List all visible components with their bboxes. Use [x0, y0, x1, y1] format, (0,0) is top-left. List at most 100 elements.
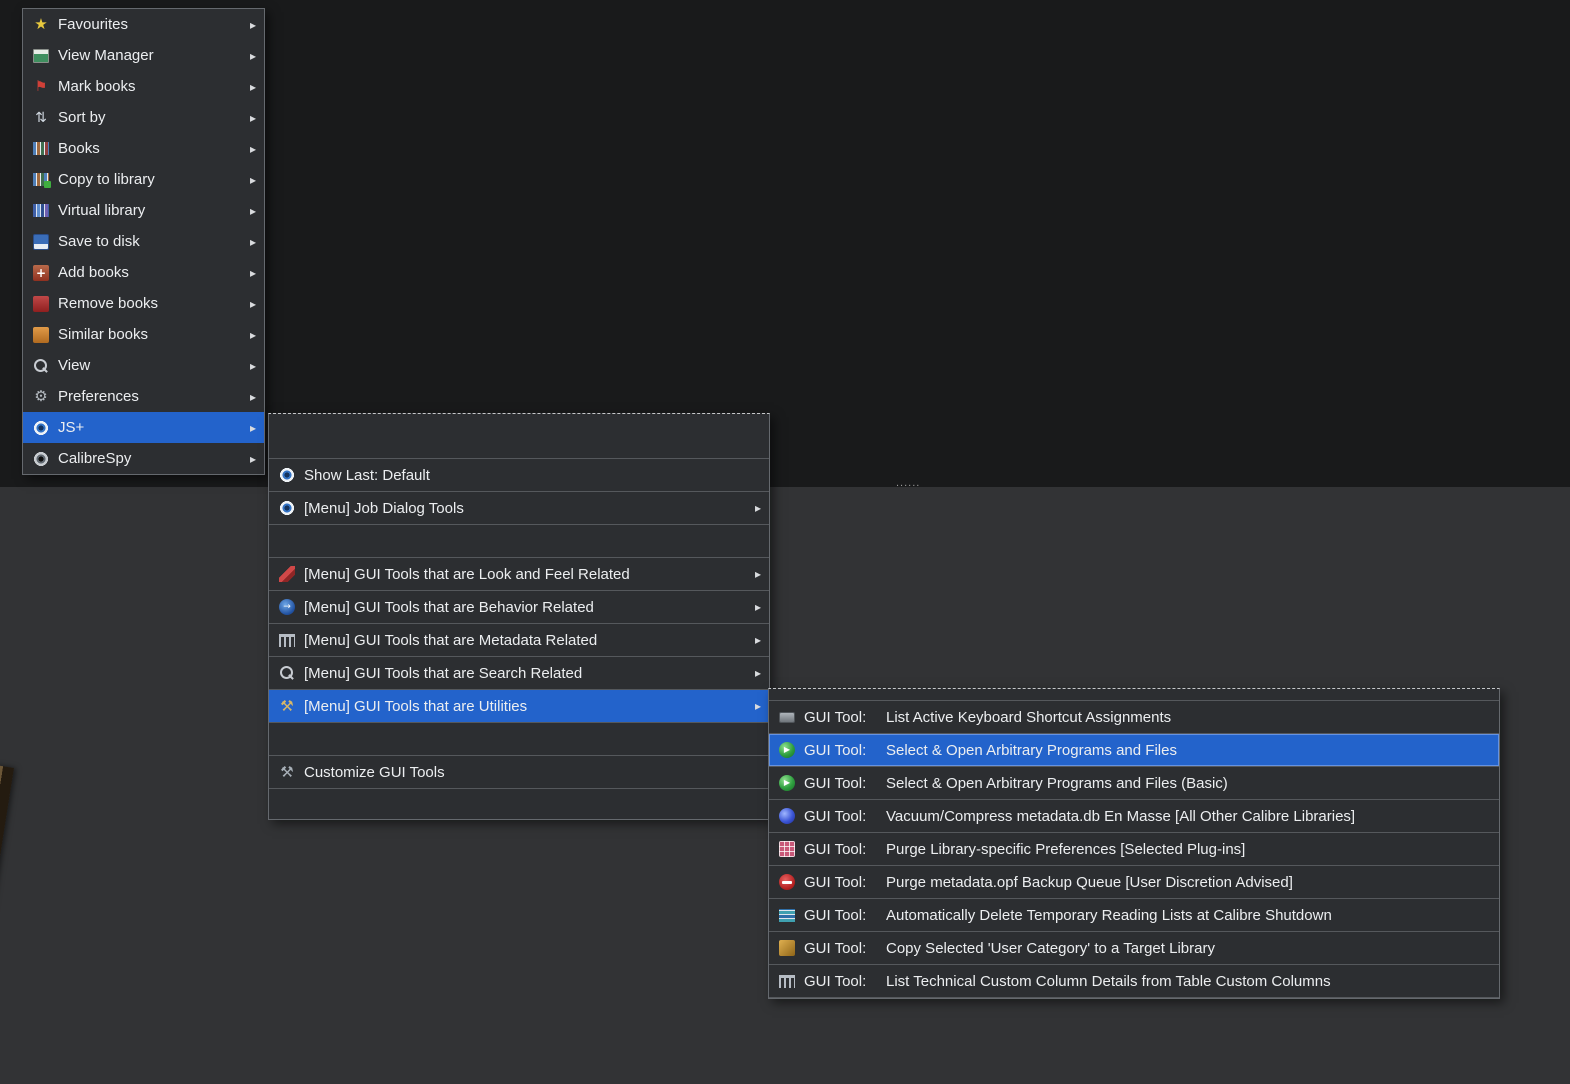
virtual-library-icon	[33, 204, 49, 217]
menu-item-metadata[interactable]: [Menu] GUI Tools that are Metadata Relat…	[269, 624, 769, 657]
gui-tool-prefix: GUI Tool:	[804, 939, 867, 957]
menu-item-utilities[interactable]: ⚒ [Menu] GUI Tools that are Utilities ▸	[269, 690, 769, 723]
menu-item-label: JS+	[58, 419, 85, 436]
menu-item-delete-temp-reading-lists[interactable]: GUI Tool: Automatically Delete Temporary…	[769, 899, 1499, 932]
menu-item-books[interactable]: Books ▸	[23, 133, 264, 164]
menu-item-label: Virtual library	[58, 202, 146, 219]
submenu-arrow-icon: ▸	[249, 48, 256, 63]
menu-spacer	[269, 723, 769, 756]
menu-item-label: Show Last: Default	[304, 466, 430, 484]
menu-item-remove-books[interactable]: Remove books ▸	[23, 288, 264, 319]
menu-item-label: Purge Library-specific Preferences [Sele…	[886, 840, 1246, 858]
menu-item-calibrespy[interactable]: CalibreSpy ▸	[23, 443, 264, 474]
menu-item-similar-books[interactable]: Similar books ▸	[23, 319, 264, 350]
menu-item-select-open-programs-basic[interactable]: ▶ GUI Tool: Select & Open Arbitrary Prog…	[769, 767, 1499, 800]
menu-item-label: [Menu] GUI Tools that are Behavior Relat…	[304, 598, 594, 616]
menu-item-copy-user-category[interactable]: GUI Tool: Copy Selected 'User Category' …	[769, 932, 1499, 965]
submenu-arrow-icon: ▸	[249, 327, 256, 342]
gui-tool-prefix: GUI Tool:	[804, 807, 867, 825]
menu-item-label: View Manager	[58, 47, 154, 64]
menu-item-search-related[interactable]: [Menu] GUI Tools that are Search Related…	[269, 657, 769, 690]
menu-item-look-and-feel[interactable]: [Menu] GUI Tools that are Look and Feel …	[269, 558, 769, 591]
book-cover-corner	[0, 753, 15, 1084]
menu-item-label: Remove books	[58, 295, 159, 312]
eye-icon	[279, 500, 295, 516]
menu-item-purge-backup-queue[interactable]: GUI Tool: Purge metadata.opf Backup Queu…	[769, 866, 1499, 899]
category-icon	[779, 940, 795, 956]
book-stack-icon	[779, 908, 795, 922]
submenu-arrow-icon: ▸	[754, 633, 761, 647]
menu-item-save-to-disk[interactable]: Save to disk ▸	[23, 226, 264, 257]
menu-item-jsplus[interactable]: JS+ ▸	[23, 412, 264, 443]
jsplus-submenu: Show Last: Default [Menu] Job Dialog Too…	[268, 413, 770, 820]
copy-books-icon	[33, 173, 51, 188]
menu-item-purge-library-preferences[interactable]: GUI Tool: Purge Library-specific Prefere…	[769, 833, 1499, 866]
menu-item-preferences[interactable]: ⚙ Preferences ▸	[23, 381, 264, 412]
submenu-arrow-icon: ▸	[754, 600, 761, 614]
menu-item-behavior[interactable]: → [Menu] GUI Tools that are Behavior Rel…	[269, 591, 769, 624]
menu-item-label: [Menu] GUI Tools that are Utilities	[304, 697, 528, 715]
submenu-arrow-icon: ▸	[249, 110, 256, 125]
keyboard-icon	[779, 711, 795, 723]
menu-item-favourites[interactable]: ★ Favourites ▸	[23, 9, 264, 40]
submenu-arrow-icon: ▸	[249, 451, 256, 466]
submenu-arrow-icon: ▸	[249, 420, 256, 435]
submenu-arrow-icon: ▸	[249, 172, 256, 187]
menu-item-select-open-programs[interactable]: ▶ GUI Tool: Select & Open Arbitrary Prog…	[769, 734, 1499, 767]
menu-item-vacuum-metadata-db[interactable]: GUI Tool: Vacuum/Compress metadata.db En…	[769, 800, 1499, 833]
utilities-submenu: GUI Tool: List Active Keyboard Shortcut …	[768, 688, 1500, 999]
menu-item-view-manager[interactable]: View Manager ▸	[23, 40, 264, 71]
tools-icon: ⚒	[280, 696, 294, 715]
menu-item-list-keyboard-shortcuts[interactable]: GUI Tool: List Active Keyboard Shortcut …	[769, 701, 1499, 734]
menu-item-label: Sort by	[58, 109, 106, 126]
menu-item-label: List Active Keyboard Shortcut Assignment…	[886, 708, 1172, 726]
tools-icon: ⚒	[280, 762, 294, 781]
menu-item-mark-books[interactable]: ⚑ Mark books ▸	[23, 71, 264, 102]
submenu-arrow-icon: ▸	[249, 265, 256, 280]
menu-item-label: Select & Open Arbitrary Programs and Fil…	[886, 741, 1177, 759]
gui-tool-prefix: GUI Tool:	[804, 774, 867, 792]
menu-item-label: List Technical Custom Column Details fro…	[886, 972, 1331, 990]
swirl-icon	[779, 808, 795, 824]
menu-item-virtual-library[interactable]: Virtual library ▸	[23, 195, 264, 226]
menu-item-list-custom-columns[interactable]: GUI Tool: List Technical Custom Column D…	[769, 965, 1499, 998]
menu-item-job-dialog-tools[interactable]: [Menu] Job Dialog Tools ▸	[269, 492, 769, 525]
menu-item-copy-to-library[interactable]: Copy to library ▸	[23, 164, 264, 195]
eye-icon	[33, 419, 49, 436]
context-menu: ★ Favourites ▸ View Manager ▸ ⚑ Mark boo…	[22, 8, 265, 475]
menu-item-label: [Menu] GUI Tools that are Metadata Relat…	[304, 631, 598, 649]
submenu-arrow-icon: ▸	[249, 17, 256, 32]
menu-item-label: Books	[58, 140, 100, 157]
menu-item-label: Customize GUI Tools	[304, 763, 445, 781]
menu-item-sort-by[interactable]: ⇅ Sort by ▸	[23, 102, 264, 133]
spy-eye-icon	[33, 450, 49, 467]
menu-item-customize-gui-tools[interactable]: ⚒ Customize GUI Tools	[269, 756, 769, 789]
menu-item-label: Save to disk	[58, 233, 140, 250]
menu-item-add-books[interactable]: + Add books ▸	[23, 257, 264, 288]
submenu-arrow-icon: ▸	[754, 666, 761, 680]
submenu-arrow-icon: ▸	[249, 79, 256, 94]
menu-item-label: [Menu] GUI Tools that are Look and Feel …	[304, 565, 630, 583]
gui-tool-prefix: GUI Tool:	[804, 708, 867, 726]
sort-icon: ⇅	[35, 109, 47, 126]
similar-book-icon	[33, 326, 49, 343]
submenu-arrow-icon: ▸	[249, 296, 256, 311]
submenu-arrow-icon: ▸	[754, 567, 761, 581]
columns-icon	[279, 633, 295, 647]
menu-item-show-last-default[interactable]: Show Last: Default	[269, 459, 769, 492]
pin-icon: ⚑	[34, 78, 48, 95]
menu-item-view[interactable]: View ▸	[23, 350, 264, 381]
menu-item-label: Select & Open Arbitrary Programs and Fil…	[886, 774, 1228, 792]
splitter-handle[interactable]: ......	[896, 478, 920, 489]
magnifier-icon	[33, 358, 49, 374]
menu-item-label: Automatically Delete Temporary Reading L…	[886, 906, 1332, 924]
menu-spacer	[769, 689, 1499, 701]
submenu-arrow-icon: ▸	[249, 358, 256, 373]
gui-tool-prefix: GUI Tool:	[804, 972, 867, 990]
eye-icon	[279, 467, 295, 483]
star-icon: ★	[34, 15, 48, 33]
menu-item-label: Vacuum/Compress metadata.db En Masse [Al…	[886, 807, 1356, 825]
menu-item-label: Preferences	[58, 388, 139, 405]
menu-item-label: [Menu] Job Dialog Tools	[304, 499, 464, 517]
submenu-arrow-icon: ▸	[754, 501, 761, 515]
